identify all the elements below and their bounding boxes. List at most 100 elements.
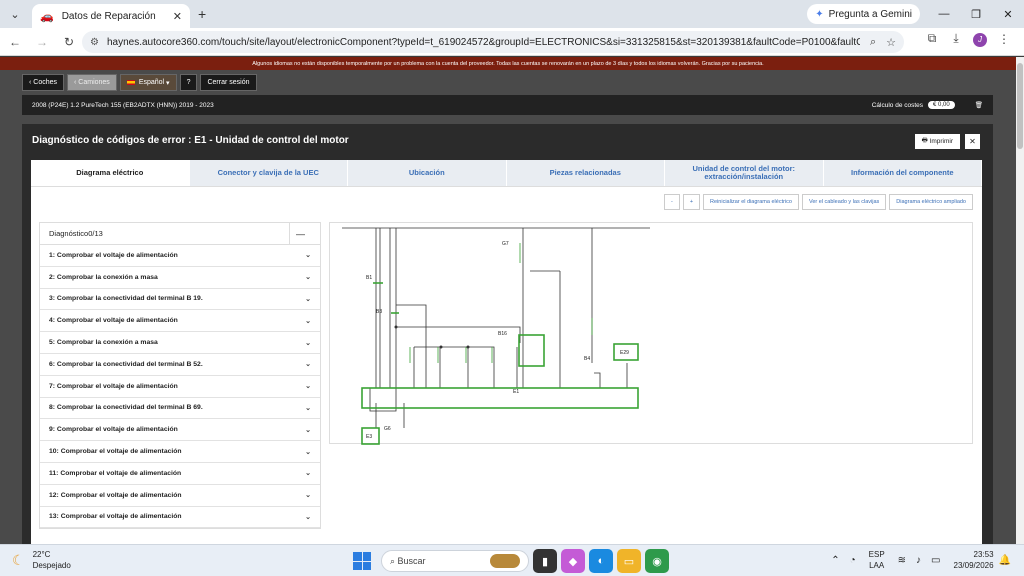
reset-diagram-button[interactable]: Reinicializar el diagrama eléctrico [703,194,799,210]
wiring-diagram-svg: E1 E3 E29 B1 B3 B4 B16 G6 G7 [342,227,650,445]
extensions-icon[interactable]: ⧉ [920,31,944,46]
copilot-app-icon[interactable]: ◆ [561,549,585,573]
cars-button[interactable]: ‹ Coches [22,74,65,91]
chevron-down-icon: ⌄ [305,361,311,369]
layout-code: LAA [869,561,885,570]
view-wiring-button[interactable]: Ver el cableado y las clavijas [801,194,887,210]
clock[interactable]: 23:53 23/09/2026 [954,549,994,571]
weather-desc: Despejado [32,561,71,570]
close-panel-button[interactable]: ✕ [965,134,980,149]
zoom-icon[interactable]: ⌕ [870,36,876,49]
tab-related-parts[interactable]: Piezas relacionadas [506,160,665,186]
search-icon: ⌕ [390,555,398,566]
browser-tab[interactable]: 🚗 Datos de Reparación ✕ [32,4,190,28]
trucks-label: Camiones [78,79,110,86]
list-item-label: 5: Comprobar la conexión a masa [49,339,158,347]
reload-icon[interactable]: ↻ [57,35,81,49]
close-window-icon[interactable]: ✕ [992,0,1024,28]
trash-icon[interactable]: 🗑 [975,101,983,109]
terminal-app-icon[interactable]: ▮ [533,549,557,573]
edge-app-icon[interactable]: ◐ [589,549,613,573]
list-item[interactable]: 9: Comprobar el voltaje de alimentación ⌄ [40,419,320,442]
bookmark-star-icon[interactable]: ☆ [886,36,896,49]
list-item[interactable]: 8: Comprobar la conectividad del termina… [40,398,320,420]
language-indicator[interactable]: ESP LAA [869,549,885,571]
list-item[interactable]: 12: Comprobar el voltaje de alimentación… [40,485,320,507]
volume-icon[interactable]: ♪ [916,555,921,566]
list-item[interactable]: 7: Comprobar el voltaje de alimentación ⌄ [40,376,320,398]
restore-icon[interactable]: ❐ [960,0,992,28]
notification-bell-icon[interactable]: 🔔 [999,555,1011,566]
help-label: ? [186,79,191,86]
chevron-down-icon: ⌄ [305,448,311,456]
window-controls: — ❐ ✕ [928,0,1024,28]
chevron-down-icon: ⌄ [305,492,311,500]
chevron-down-icon: ⌄ [305,339,311,347]
list-item[interactable]: 4: Comprobar el voltaje de alimentación ⌄ [40,310,320,333]
diagram-label-e1: E1 [513,389,519,395]
taskbar-search[interactable]: ⌕ Buscar [381,550,529,572]
list-item[interactable]: 11: Comprobar el voltaje de alimentación… [40,463,320,485]
weather-widget[interactable]: ☾ 22°C Despejado [12,549,71,571]
wifi-icon[interactable]: ≋ [898,555,906,566]
list-item-label: 6: Comprobar la conectividad del termina… [49,360,203,368]
menu-icon[interactable]: ⋮ [992,32,1016,46]
list-item[interactable]: 1: Comprobar el voltaje de alimentación ⌄ [40,245,320,267]
chrome-app-icon[interactable]: ◉ [645,549,669,573]
tab-wiring-diagram[interactable]: Diagrama eléctrico [31,160,190,186]
url-bar[interactable]: ⚙ haynes.autocore360.com/touch/site/layo… [82,31,904,53]
cars-label: Coches [33,79,58,86]
profile-avatar[interactable]: J [968,31,992,47]
site-info-icon[interactable]: ⚙ [90,37,99,48]
zoom-out-button[interactable]: - [663,194,680,210]
chevron-up-icon[interactable]: ⌃ [831,555,839,566]
wiring-diagram[interactable]: E1 E3 E29 B1 B3 B4 B16 G6 G7 [329,222,973,445]
tab-removal-installation[interactable]: Unidad de control del motor: extracción/… [665,160,824,186]
list-item[interactable]: 6: Comprobar la conectividad del termina… [40,354,320,376]
list-item-label: 13: Comprobar el voltaje de alimentación [49,513,182,521]
tab-component-info[interactable]: Información del componente [823,160,982,186]
list-item[interactable]: 3: Comprobar la conectividad del termina… [40,289,320,311]
list-item[interactable]: 2: Comprobar la conexión a masa ⌄ [40,267,320,289]
list-item[interactable]: 10: Comprobar el voltaje de alimentación… [40,441,320,463]
trucks-button[interactable]: ‹ Camiones [67,74,117,91]
windows-start-icon[interactable] [353,552,371,570]
logout-button[interactable]: Cerrar sesión [200,74,257,91]
print-label: Imprimir [929,138,953,145]
minimize-icon[interactable]: — [928,0,960,28]
tab-ecu-connector[interactable]: Conector y clavija de la UEC [189,160,348,186]
new-tab-icon[interactable]: + [198,6,206,22]
file-explorer-icon[interactable]: ▭ [617,549,641,573]
tab-location[interactable]: Ubicación [348,160,507,186]
diagram-label-b1: B1 [366,275,372,281]
page-scrollbar[interactable] [1016,57,1024,544]
spain-flag-icon [126,80,135,85]
content-area: Diagrama eléctrico Conector y clavija de… [31,160,982,544]
zoom-in-button[interactable]: + [682,194,701,210]
download-icon[interactable]: ⤓ [944,31,968,46]
list-item-label: 3: Comprobar la conectividad del termina… [49,295,203,303]
search-highlight-icon [490,554,520,568]
cost-label[interactable]: Cálculo de costes [872,102,923,109]
address-toolbar: ← → ↻ ⚙ haynes.autocore360.com/touch/sit… [0,28,1024,56]
back-icon[interactable]: ← [3,35,27,49]
expanded-diagram-button[interactable]: Diagrama eléctrico ampliado [889,194,973,210]
list-item[interactable]: 13: Comprobar el voltaje de alimentación… [40,507,320,529]
cost-value[interactable]: € 0,00 [928,101,955,109]
scrollbar-thumb[interactable] [1017,63,1023,149]
diagram-label-g7: G7 [502,241,509,247]
list-item-label: 2: Comprobar la conexión a masa [49,273,158,281]
forward-icon[interactable]: → [30,35,54,49]
tray-app-icon[interactable]: ◔ [850,555,856,566]
list-item[interactable]: 5: Comprobar la conexión a masa ⌄ [40,332,320,354]
language-select[interactable]: Español ▾ [119,74,177,91]
web-page: Algunos idiomas no están disponibles tem… [0,57,1016,544]
print-button[interactable]: 🖶 Imprimir [914,134,960,149]
collapse-icon[interactable]: — [289,222,311,245]
list-item-label: 9: Comprobar el voltaje de alimentación [49,426,178,434]
help-button[interactable]: ? [179,74,198,91]
battery-icon[interactable]: ▭ [931,555,940,566]
gemini-button[interactable]: ✦ Pregunta a Gemini [807,4,920,24]
close-tab-icon[interactable]: ✕ [173,10,182,23]
tab-search-chevron-icon[interactable]: ⌄ [4,4,26,24]
